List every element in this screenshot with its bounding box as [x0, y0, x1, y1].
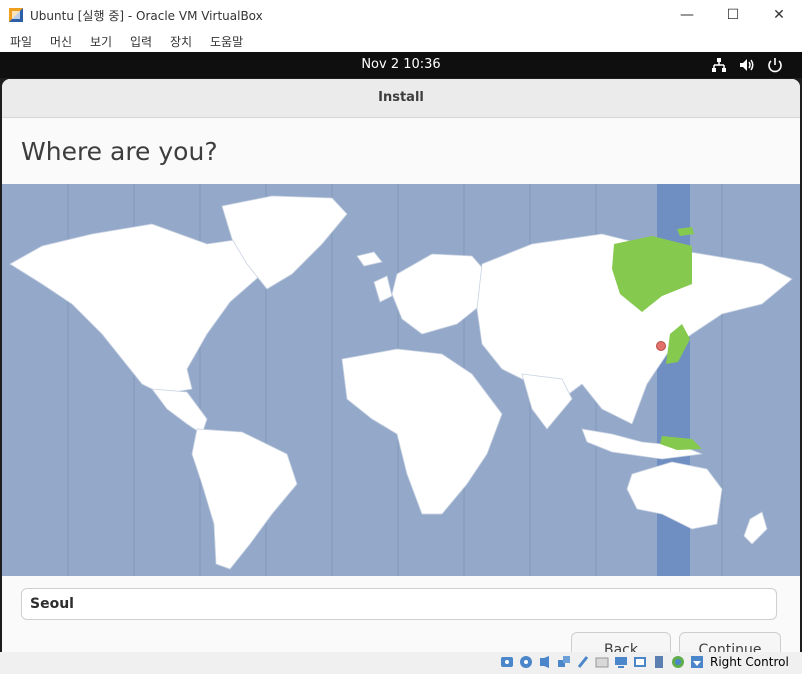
volume-icon[interactable] — [738, 56, 756, 74]
shared-folders-icon[interactable] — [595, 655, 609, 669]
install-window: Install Where are you? Seoul Back Contin… — [2, 79, 800, 659]
menu-input[interactable]: 입력 — [130, 33, 152, 50]
menu-help[interactable]: 도움말 — [210, 33, 243, 50]
install-header: Install — [2, 79, 800, 118]
window-title: Ubuntu [실행 중] - Oracle VM VirtualBox — [30, 9, 263, 23]
minimize-button[interactable]: — — [664, 0, 710, 30]
display-icon[interactable] — [614, 655, 628, 669]
timezone-map[interactable] — [2, 184, 800, 576]
network-icon[interactable] — [710, 56, 728, 74]
maximize-button[interactable]: ☐ — [710, 0, 756, 30]
host-key-label: Right Control — [710, 655, 789, 669]
page-title: Where are you? — [21, 137, 218, 166]
menu-view[interactable]: 보기 — [90, 33, 112, 50]
window-titlebar[interactable]: Ubuntu [실행 중] - Oracle VM VirtualBox — ☐… — [0, 0, 802, 30]
host-key-arrow-icon[interactable] — [690, 655, 704, 669]
clock[interactable]: Nov 2 10:36 — [0, 57, 802, 72]
cpu-icon[interactable] — [652, 655, 666, 669]
menu-bar: 파일 머신 보기 입력 장치 도움말 — [0, 30, 802, 52]
network-adapter-icon[interactable] — [557, 655, 571, 669]
audio-icon[interactable] — [538, 655, 552, 669]
virtualbox-icon — [9, 8, 23, 22]
virtualbox-statusbar: Right Control — [0, 652, 802, 674]
guest-screen[interactable]: Nov 2 10:36 Install Where are you? Seoul… — [0, 52, 802, 659]
ubuntu-top-bar: Nov 2 10:36 — [0, 52, 802, 78]
optical-drive-icon[interactable] — [519, 655, 533, 669]
city-input[interactable] — [21, 588, 777, 620]
menu-machine[interactable]: 머신 — [50, 33, 72, 50]
menu-devices[interactable]: 장치 — [170, 33, 192, 50]
menu-file[interactable]: 파일 — [10, 33, 32, 50]
guest-additions-icon[interactable] — [671, 655, 685, 669]
power-icon[interactable] — [766, 56, 784, 74]
usb-icon[interactable] — [576, 655, 590, 669]
close-button[interactable]: ✕ — [756, 0, 802, 30]
recording-icon[interactable] — [633, 655, 647, 669]
hard-disk-icon[interactable] — [500, 655, 514, 669]
install-title: Install — [378, 90, 424, 105]
location-marker — [656, 341, 666, 351]
